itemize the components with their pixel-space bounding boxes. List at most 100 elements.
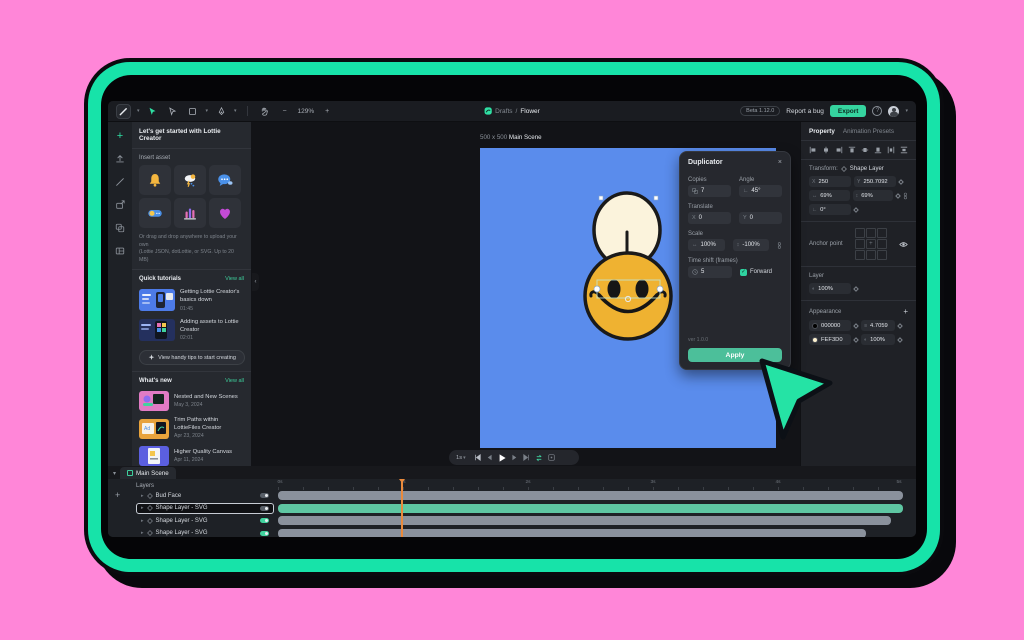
distribute-v-icon[interactable] xyxy=(900,146,908,154)
scale-y-input[interactable]: ↕69% xyxy=(853,190,894,201)
tutorials-view-all-link[interactable]: View all xyxy=(225,276,244,282)
keyframe-diamond-icon[interactable] xyxy=(853,286,859,292)
layer-expand-chevron-icon[interactable]: ▸ xyxy=(141,505,144,511)
angle-input[interactable]: ∟ 45° xyxy=(739,185,782,197)
layer-expand-chevron-icon[interactable]: ▸ xyxy=(141,493,144,499)
hand-tool-icon[interactable] xyxy=(258,104,272,118)
keyframe-diamond-icon[interactable] xyxy=(897,337,903,343)
pen-tool-chevron-icon[interactable]: ▾ xyxy=(234,108,237,114)
news-item[interactable]: Higher Quality Canvas Apr 11, 2024 xyxy=(132,443,251,466)
skip-to-end-button[interactable] xyxy=(523,454,530,461)
tab-animation-presets[interactable]: Animation Presets xyxy=(843,128,894,135)
loop-icon[interactable] xyxy=(535,454,543,462)
align-middle-v-icon[interactable] xyxy=(861,146,869,154)
next-frame-button[interactable] xyxy=(511,454,518,461)
pen-tool-icon[interactable] xyxy=(214,104,228,118)
report-a-bug-link[interactable]: Report a bug xyxy=(786,108,824,115)
align-right-icon[interactable] xyxy=(835,146,843,154)
translate-y-input[interactable]: Y0 xyxy=(739,212,782,224)
select-tool-icon[interactable] xyxy=(146,104,160,118)
layer-expand-chevron-icon[interactable]: ▸ xyxy=(141,518,144,524)
add-asset-icon[interactable]: + xyxy=(114,130,126,142)
news-thumbnail[interactable]: Ad xyxy=(139,419,169,439)
zoom-level[interactable]: 129% xyxy=(298,108,315,115)
zoom-in-button[interactable]: + xyxy=(320,104,334,118)
asset-storm-cloud[interactable] xyxy=(174,165,206,195)
asset-chat-bubble[interactable] xyxy=(209,165,241,195)
avatar[interactable] xyxy=(888,106,899,117)
layer-row-shape-svg-1[interactable]: ▸ Shape Layer - SVG xyxy=(136,503,274,514)
align-top-icon[interactable] xyxy=(848,146,856,154)
tutorial-item[interactable]: Getting Lottie Creator's basics down 01:… xyxy=(132,286,251,316)
breadcrumb-file[interactable]: Flower xyxy=(520,108,540,115)
tutorial-thumbnail[interactable] xyxy=(139,319,175,341)
share-icon[interactable] xyxy=(114,199,126,211)
time-display[interactable]: 1s▾ xyxy=(456,455,466,461)
rectangle-tool-icon[interactable] xyxy=(186,104,200,118)
keyframe-diamond-icon[interactable] xyxy=(898,179,904,185)
playback-settings-icon[interactable] xyxy=(548,454,555,461)
fill-color-swatch[interactable] xyxy=(812,323,818,329)
tab-property[interactable]: Property xyxy=(809,128,835,135)
keyframe-diamond-icon[interactable] xyxy=(895,193,901,199)
keyframe-diamond-icon[interactable] xyxy=(853,323,859,329)
layer-expand-chevron-icon[interactable]: ▸ xyxy=(141,530,144,536)
news-thumbnail[interactable] xyxy=(139,391,169,411)
align-left-icon[interactable] xyxy=(809,146,817,154)
layer-opacity-input[interactable]: ◐100% xyxy=(809,283,851,294)
eye-icon[interactable] xyxy=(899,241,908,248)
fill2-color-input[interactable]: FEF3D0 xyxy=(809,334,851,345)
tutorial-thumbnail[interactable] xyxy=(139,289,175,311)
help-icon[interactable]: ? xyxy=(872,106,882,116)
link-scale-icon[interactable] xyxy=(903,192,908,200)
draw-icon[interactable] xyxy=(114,176,126,188)
timeline-ruler[interactable]: 0s 1s 2s 3s 4s 5s xyxy=(278,481,903,490)
handy-tips-button[interactable]: View handy tips to start creating xyxy=(139,350,245,365)
scale-x-input[interactable]: ↔100% xyxy=(688,239,725,251)
align-bottom-icon[interactable] xyxy=(874,146,882,154)
distribute-h-icon[interactable] xyxy=(887,146,895,154)
tutorial-item[interactable]: Adding assets to Lottie Creator 02:01 xyxy=(132,316,251,346)
export-button[interactable]: Export xyxy=(830,105,867,117)
stroke-width-input[interactable]: ≡4.7059 xyxy=(861,320,895,331)
scale-y-input[interactable]: ↕-100% xyxy=(733,239,770,251)
anchor-point-grid[interactable]: + xyxy=(855,228,887,260)
news-thumbnail[interactable] xyxy=(139,446,169,466)
account-chevron-icon[interactable]: ▾ xyxy=(905,108,908,114)
breadcrumb-folder[interactable]: Drafts xyxy=(495,108,512,115)
upload-icon[interactable] xyxy=(114,153,126,165)
playhead[interactable] xyxy=(401,479,403,537)
asset-bar-chart[interactable] xyxy=(174,198,206,228)
sidebar-collapse-handle[interactable]: ‹ xyxy=(252,273,259,291)
layer-toggle[interactable] xyxy=(260,493,269,498)
anchor-center-cell[interactable]: + xyxy=(866,239,876,249)
previous-frame-button[interactable] xyxy=(486,454,493,461)
fill2-color-swatch[interactable] xyxy=(812,337,818,343)
play-button[interactable] xyxy=(498,454,506,462)
track-bar[interactable] xyxy=(278,529,866,538)
logo-menu-chevron-icon[interactable]: ▾ xyxy=(137,108,140,114)
duplicate-icon[interactable] xyxy=(114,222,126,234)
align-center-h-icon[interactable] xyxy=(822,146,830,154)
keyframe-diamond-icon[interactable] xyxy=(897,323,903,329)
rotation-input[interactable]: ∟0° xyxy=(809,204,851,215)
forward-checkbox[interactable]: ✓ xyxy=(740,269,747,276)
skip-to-start-button[interactable] xyxy=(474,454,481,461)
layer-row-shape-svg-2[interactable]: ▸ Shape Layer - SVG xyxy=(136,515,274,526)
link-scale-icon[interactable] xyxy=(777,241,782,250)
position-y-input[interactable]: Y250.7092 xyxy=(854,176,896,187)
scene-tab[interactable]: Main Scene xyxy=(120,467,176,479)
position-x-input[interactable]: X250 xyxy=(809,176,851,187)
track-bar[interactable] xyxy=(278,491,903,500)
news-item[interactable]: Nested and New Scenes May 3, 2024 xyxy=(132,388,251,414)
copies-input[interactable]: 7 xyxy=(688,185,731,197)
layout-grid-icon[interactable] xyxy=(114,245,126,257)
track-bar[interactable] xyxy=(278,516,891,525)
translate-x-input[interactable]: X0 xyxy=(688,212,731,224)
rectangle-tool-chevron-icon[interactable]: ▾ xyxy=(206,108,209,114)
asset-bell[interactable] xyxy=(139,165,171,195)
news-item[interactable]: Ad Trim Paths within LottieFiles Creator… xyxy=(132,414,251,443)
close-icon[interactable]: × xyxy=(778,159,782,166)
zoom-out-button[interactable]: − xyxy=(278,104,292,118)
layer-toggle[interactable] xyxy=(260,518,269,523)
